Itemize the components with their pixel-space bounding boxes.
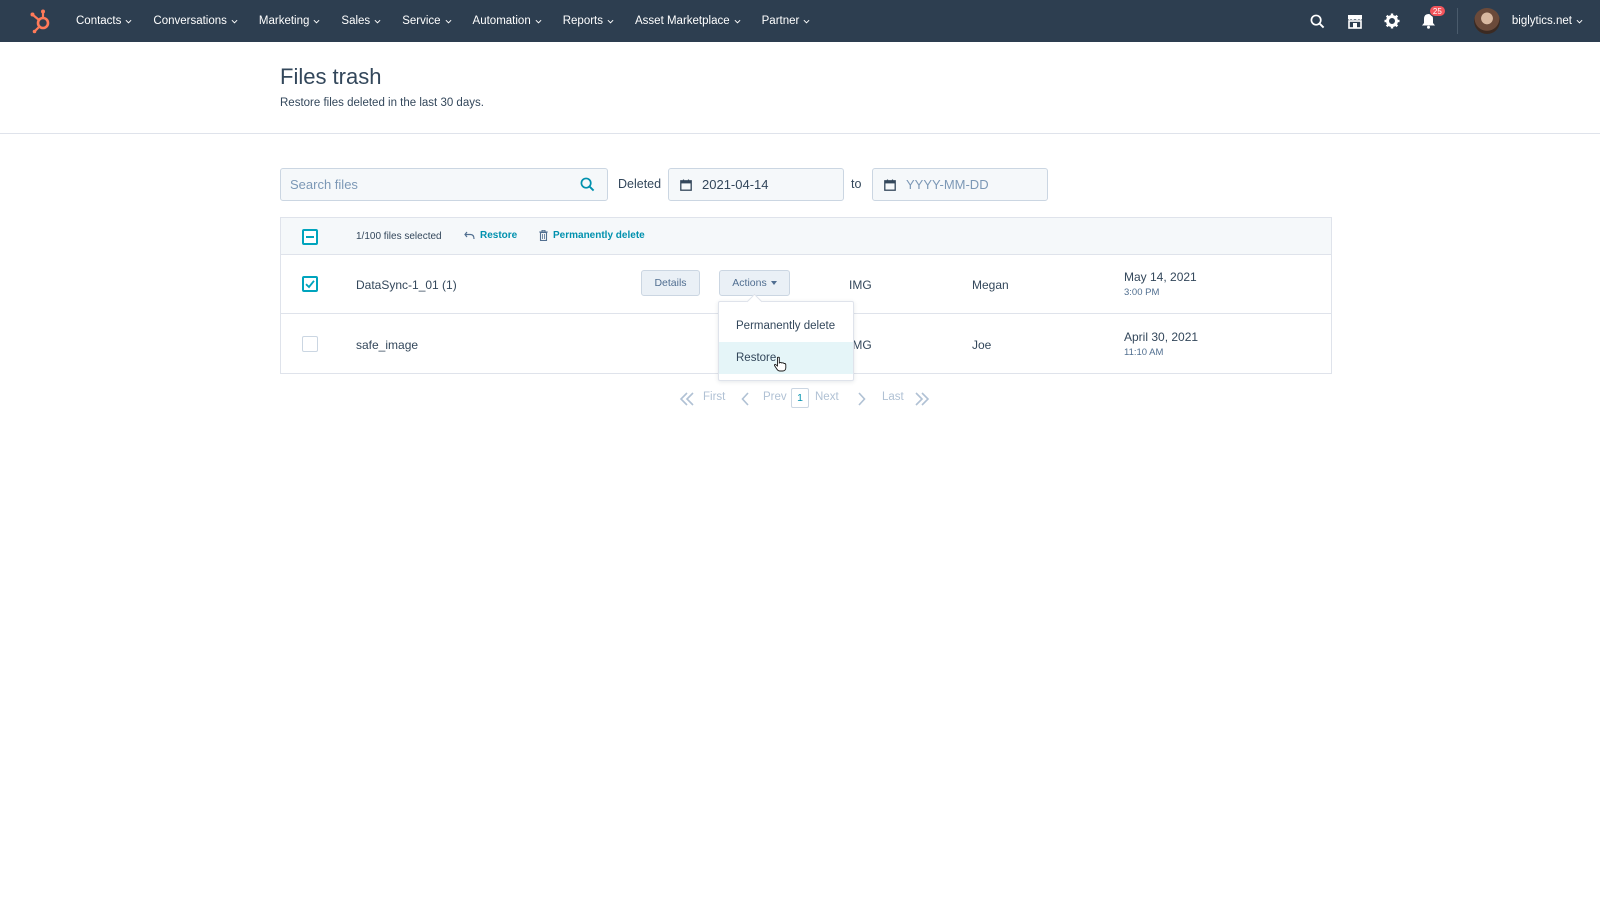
nav-service[interactable]: Service <box>402 15 452 27</box>
nav-asset-marketplace[interactable]: Asset Marketplace <box>635 15 741 27</box>
double-chevron-right-icon[interactable] <box>914 392 930 406</box>
nav-label: Partner <box>761 15 800 27</box>
search-input[interactable] <box>281 169 561 200</box>
search-box <box>280 168 608 201</box>
header-divider <box>0 133 1600 134</box>
deleted-time: 11:10 AM <box>1124 347 1164 358</box>
to-label: to <box>851 177 862 191</box>
avatar[interactable] <box>1473 8 1500 34</box>
chevron-down-icon <box>535 19 542 23</box>
bulk-actions-bar: 1/100 files selected Restore Permanently… <box>281 218 1331 255</box>
nav-marketing[interactable]: Marketing <box>259 15 321 27</box>
nav-reports[interactable]: Reports <box>563 15 614 27</box>
chevron-down-icon <box>445 19 452 23</box>
calendar-icon <box>884 179 896 191</box>
page-subtitle: Restore files deleted in the last 30 day… <box>280 97 484 109</box>
notifications-bell-icon[interactable]: 25 <box>1420 5 1446 30</box>
date-from-input[interactable] <box>702 177 842 192</box>
file-name[interactable]: safe_image <box>356 338 418 352</box>
nav-label: Service <box>402 15 441 27</box>
current-page[interactable]: 1 <box>791 388 809 408</box>
pagination: First Prev 1 Next Last <box>0 388 1600 410</box>
details-button[interactable]: Details <box>641 270 700 296</box>
deleted-from-date <box>668 168 844 201</box>
actions-button[interactable]: Actions <box>719 270 790 296</box>
calendar-icon <box>680 179 692 191</box>
row-checkbox[interactable] <box>302 336 318 352</box>
file-owner: Megan <box>972 278 1009 292</box>
chevron-down-icon <box>374 19 381 23</box>
chevron-down-icon <box>803 19 810 23</box>
chevron-right-icon[interactable] <box>857 392 866 406</box>
prev-page-link[interactable]: Prev <box>763 391 787 403</box>
nav-label: Reports <box>562 15 604 27</box>
selected-count: 1/100 files selected <box>356 231 442 242</box>
chevron-down-icon <box>1576 19 1583 23</box>
chevron-down-icon <box>231 19 238 23</box>
checkmark-icon <box>305 280 315 289</box>
nav-label: Marketing <box>258 15 310 27</box>
chevron-down-icon <box>734 19 741 23</box>
last-page-link[interactable]: Last <box>882 391 904 403</box>
nav-label: Automation <box>472 15 531 27</box>
details-label: Details <box>654 277 687 289</box>
gear-icon[interactable] <box>1383 12 1401 30</box>
page-title: Files trash <box>280 64 382 89</box>
search-icon[interactable] <box>580 177 595 192</box>
nav-sales[interactable]: Sales <box>341 15 381 27</box>
undo-icon <box>464 231 475 240</box>
bulk-delete-button[interactable]: Permanently delete <box>539 230 645 241</box>
hubspot-logo-icon[interactable] <box>28 8 54 34</box>
nav-divider <box>1456 8 1458 34</box>
bulk-restore-button[interactable]: Restore <box>464 230 517 241</box>
next-page-link[interactable]: Next <box>815 391 839 403</box>
nav-label: Contacts <box>76 15 122 27</box>
nav-partner[interactable]: Partner <box>762 15 811 27</box>
double-chevron-left-icon[interactable] <box>679 392 695 406</box>
nav-label: Sales <box>341 15 371 27</box>
hand-cursor-icon <box>773 356 787 372</box>
main-menu: Contacts Conversations Marketing Sales S… <box>76 0 831 42</box>
nav-label: Conversations <box>153 15 227 27</box>
nav-contacts[interactable]: Contacts <box>76 15 132 27</box>
search-icon[interactable] <box>1309 12 1327 30</box>
deleted-date: May 14, 2021 <box>1124 270 1197 284</box>
caret-down-icon <box>770 281 777 285</box>
deleted-label: Deleted <box>618 177 662 191</box>
chevron-down-icon <box>607 19 614 23</box>
top-nav: Contacts Conversations Marketing Sales S… <box>0 0 1600 42</box>
bulk-restore-label: Restore <box>480 230 518 241</box>
marketplace-icon[interactable] <box>1346 12 1364 30</box>
deleted-time: 3:00 PM <box>1124 287 1160 298</box>
account-menu[interactable]: biglytics.net <box>1512 15 1583 27</box>
file-type: IMG <box>849 278 872 292</box>
deleted-to-date <box>872 168 1048 201</box>
file-name[interactable]: DataSync-1_01 (1) <box>356 278 457 292</box>
account-name: biglytics.net <box>1511 15 1572 27</box>
row-checkbox[interactable] <box>302 276 318 292</box>
file-owner: Joe <box>972 338 992 352</box>
deleted-date: April 30, 2021 <box>1124 330 1199 344</box>
notification-badge: 25 <box>1428 5 1446 17</box>
first-page-link[interactable]: First <box>703 391 725 403</box>
select-all-checkbox[interactable] <box>302 229 318 245</box>
chevron-down-icon <box>125 19 132 23</box>
trash-icon <box>539 230 548 241</box>
date-to-input[interactable] <box>906 177 1046 192</box>
nav-automation[interactable]: Automation <box>473 15 542 27</box>
nav-utilities: 25 biglytics.net <box>1309 0 1600 42</box>
chevron-left-icon[interactable] <box>741 392 750 406</box>
nav-conversations[interactable]: Conversations <box>153 15 238 27</box>
actions-label: Actions <box>732 277 767 289</box>
chevron-down-icon <box>313 19 320 23</box>
bulk-delete-label: Permanently delete <box>553 230 645 241</box>
dropdown-permanently-delete[interactable]: Permanently delete <box>719 310 853 342</box>
nav-label: Asset Marketplace <box>635 15 730 27</box>
